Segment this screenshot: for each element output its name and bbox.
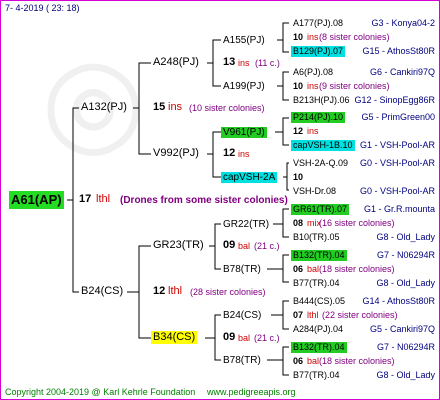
g1-dam-unit: lthl [168, 285, 183, 297]
g4-18-info: G14 - AthosSt80R [362, 296, 435, 306]
g4-21-info: G7 - N06294R [376, 342, 435, 352]
g4-15-info: G7 - N06294R [376, 250, 435, 260]
g1-sire[interactable]: A132(PJ) [81, 101, 127, 114]
g4-17[interactable]: B77(TR).04 [293, 278, 340, 289]
g4-18[interactable]: B444(CS).05 [293, 296, 345, 307]
g4-0-info: G3 - Konya04-2 [371, 18, 435, 28]
g4-3[interactable]: A6(PJ).08 [293, 67, 333, 78]
g2-0[interactable]: A248(PJ) [153, 56, 199, 69]
root-note: (Drones from some sister colonies) [120, 195, 288, 206]
g4-12-info: G1 - Gr.R.mounta [363, 204, 435, 214]
g1-dam[interactable]: B24(CS) [81, 285, 123, 298]
g4-14[interactable]: B10(TR).05 [293, 232, 340, 243]
g4-16-note: (18 sister colonies) [319, 264, 395, 274]
g4-2-info: G15 - AthosSt80R [362, 46, 435, 56]
g4-22-unit: bal [307, 356, 320, 366]
g4-22-note: (18 sister colonies) [319, 356, 395, 366]
g2-1[interactable]: V992(PJ) [153, 147, 199, 160]
g2-3-note: (21 c.) [254, 333, 280, 343]
g4-5-info: G12 - SinopEgg86R [354, 95, 435, 105]
date-stamp: 7- 4-2019 ( 23: 18) [5, 3, 80, 13]
g2-0-count: 13 [223, 56, 236, 68]
g4-19-note: (22 sister colonies) [322, 310, 398, 320]
g4-6[interactable]: P214(PJ).10 [291, 112, 346, 123]
g4-13[interactable]: 08 [293, 218, 303, 229]
g4-16[interactable]: 06 [293, 264, 303, 275]
g4-19[interactable]: 07 [293, 310, 303, 321]
g4-8[interactable]: capVSH-1B.10 [291, 140, 355, 151]
g4-13-note: (16 sister colonies) [319, 218, 395, 228]
footer-url[interactable]: www.pedigreeapis.org [207, 387, 296, 398]
g4-19-unit: lthl [307, 310, 319, 320]
g2-1-count: 12 [223, 147, 236, 159]
g3-6[interactable]: B24(CS) [223, 310, 261, 321]
g4-12[interactable]: GR61(TR).07 [291, 204, 350, 215]
g4-9[interactable]: VSH-2A-Q.09 [293, 158, 348, 169]
g4-23[interactable]: B77(TR).04 [293, 370, 340, 381]
g2-1-unit: ins [238, 149, 250, 159]
g4-2[interactable]: B129(PJ).07 [291, 46, 346, 57]
g1-sire-unit: ins [168, 101, 183, 113]
root-tag: lthl [96, 193, 111, 205]
pedigree-frame: ◎ 7- 4-2019 ( 23: 18) A61(AP) 17 lthl (D… [0, 0, 440, 400]
g4-4[interactable]: 10 [293, 81, 303, 92]
g4-20[interactable]: A284(PJ).04 [293, 324, 343, 335]
g3-4[interactable]: GR22(TR) [223, 219, 269, 230]
g3-1[interactable]: A199(PJ) [223, 81, 265, 92]
g2-0-unit: ins [238, 58, 250, 68]
g4-1-unit: ins [307, 32, 319, 42]
g2-2-count: 09 [223, 239, 236, 251]
g4-4-note: (9 sister colonies) [319, 81, 390, 91]
g4-10[interactable]: 10 [293, 172, 303, 183]
g1-sire-count: 15 [153, 101, 166, 113]
g2-3-count: 09 [223, 331, 236, 343]
g2-3-unit: bal [238, 333, 251, 343]
g4-11[interactable]: VSH-Dr.08 [293, 186, 336, 197]
root-queen[interactable]: A61(AP) [9, 191, 64, 209]
g1-dam-note: (28 sister colonies) [190, 287, 266, 297]
g4-16-unit: bal [307, 264, 320, 274]
g4-17-info: G8 - Old_Lady [376, 278, 435, 288]
g4-21[interactable]: B132(TR).04 [291, 342, 347, 353]
g4-7[interactable]: 12 [293, 126, 303, 137]
g4-3-info: G6 - Cankiri97Q [369, 67, 435, 77]
g4-15[interactable]: B132(TR).04 [291, 250, 347, 261]
g4-6-info: G5 - PrimGreen00 [361, 112, 435, 122]
g3-7[interactable]: B78(TR) [223, 355, 261, 366]
g1-sire-note: (10 sister colonies) [189, 103, 265, 113]
g4-14-info: G8 - Old_Lady [376, 232, 435, 242]
g4-9-info: G0 - VSH-Pool-AR [359, 158, 435, 168]
g2-0-note: (11 c.) [255, 58, 280, 68]
g1-dam-count: 12 [153, 285, 166, 297]
g3-2[interactable]: V961(PJ) [221, 127, 267, 138]
g3-5[interactable]: B78(TR) [223, 264, 261, 275]
g4-22[interactable]: 06 [293, 356, 303, 367]
g3-3[interactable]: capVSH-2A [221, 172, 278, 183]
g4-11-info: G0 - VSH-Pool-AR [359, 186, 435, 196]
g4-0[interactable]: A177(PJ).08 [293, 18, 343, 29]
root-gen: 17 [79, 193, 92, 205]
g2-3[interactable]: B34(CS) [151, 331, 198, 344]
g4-23-info: G8 - Old_Lady [376, 370, 435, 380]
g4-1[interactable]: 10 [293, 32, 303, 43]
g4-20-info: G5 - Cankiri97Q [369, 324, 435, 334]
g2-2[interactable]: GR23(TR) [153, 239, 204, 252]
g2-2-note: (21 c.) [254, 241, 280, 251]
g4-5[interactable]: B213H(PJ).06 [293, 95, 350, 106]
g4-4-unit: ins [307, 81, 319, 91]
g4-1-note: (8 sister colonies) [319, 32, 390, 42]
g2-2-unit: bal [238, 241, 251, 251]
g3-0[interactable]: A155(PJ) [223, 35, 265, 46]
g4-8-info: G1 - VSH-Pool-AR [359, 140, 435, 150]
footer-copyright: Copyright 2004-2019 @ Karl Kehrle Founda… [5, 387, 196, 397]
g4-7-unit: ins [307, 126, 319, 136]
